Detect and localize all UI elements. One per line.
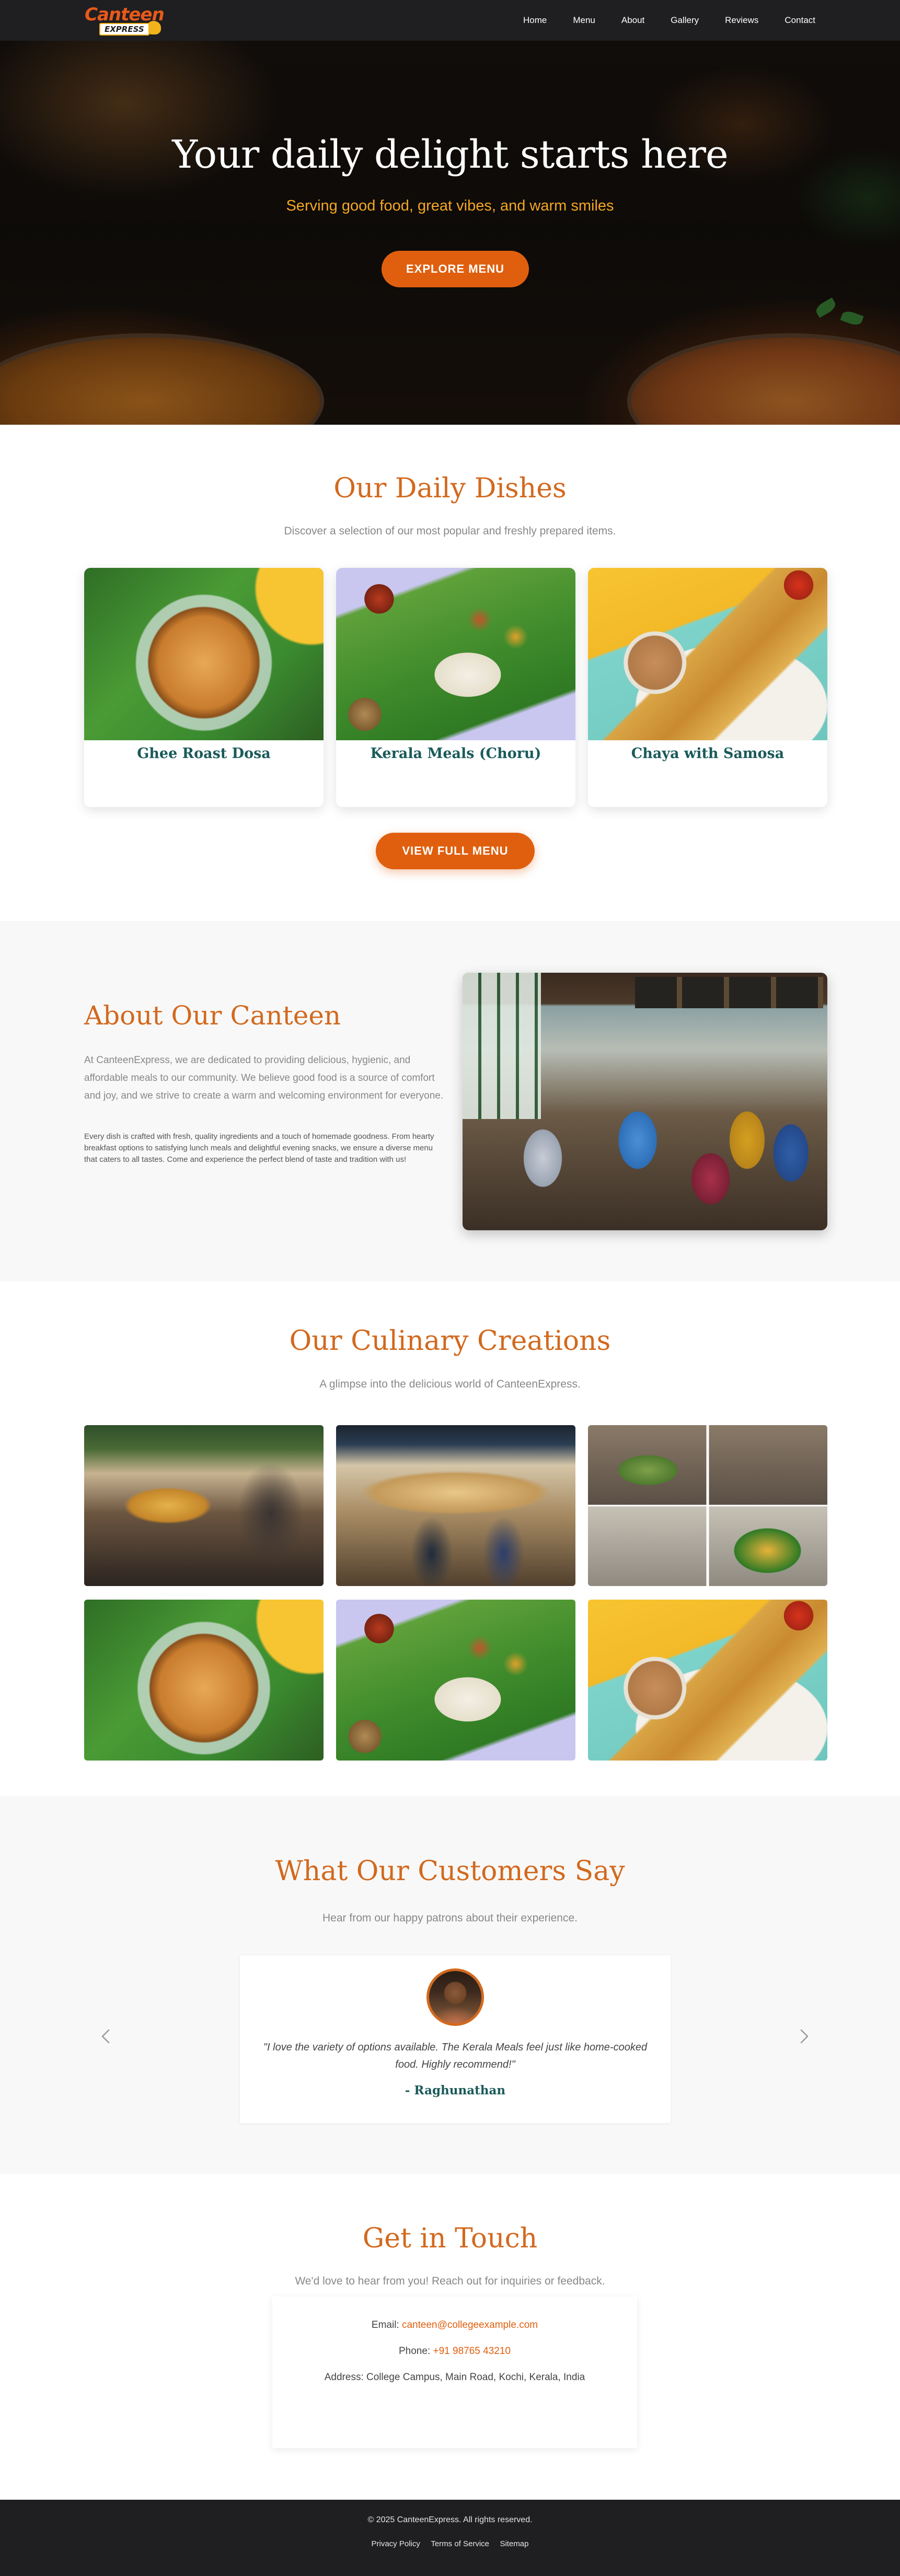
brand-logo[interactable]: Canteen EXPRESS xyxy=(85,4,168,36)
brand-name-bottom: EXPRESS xyxy=(99,23,149,36)
navbar: Canteen EXPRESS Home Menu About Gallery … xyxy=(0,0,900,41)
nav-link-contact[interactable]: Contact xyxy=(784,15,815,26)
nav-link-menu[interactable]: Menu xyxy=(573,15,595,26)
nav-link-home[interactable]: Home xyxy=(523,15,547,26)
nav-link-reviews[interactable]: Reviews xyxy=(725,15,758,26)
nav-link-about[interactable]: About xyxy=(621,15,644,26)
page-spacer xyxy=(0,0,900,2576)
nav-link-gallery[interactable]: Gallery xyxy=(671,15,699,26)
nav-links: Home Menu About Gallery Reviews Contact xyxy=(497,0,815,41)
